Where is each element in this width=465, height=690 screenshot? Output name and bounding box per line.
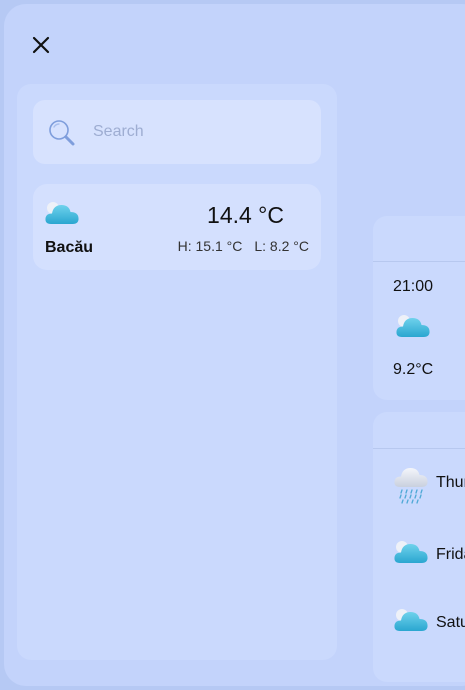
daily-divider <box>373 448 465 449</box>
city-list-panel: Bacău 14.4 °C H: 15.1 °C L: 8.2 °C <box>17 84 337 660</box>
city-high: H: 15.1 °C <box>177 238 243 254</box>
close-icon <box>32 36 50 54</box>
hourly-divider <box>373 261 465 262</box>
hourly-forecast-card: 21:00 9.2°C <box>373 216 465 400</box>
daily-row: Thursday <box>373 462 465 506</box>
daily-forecast-card: Thursday Friday Saturday <box>373 412 465 682</box>
partly-cloudy-icon <box>394 541 428 563</box>
city-low: L: 8.2 °C <box>254 238 309 254</box>
daily-row: Friday <box>373 534 465 578</box>
partly-cloudy-icon <box>394 609 428 631</box>
day-name: Friday <box>436 546 465 563</box>
hour-temperature: 9.2°C <box>393 361 434 378</box>
rain-icon <box>394 468 428 504</box>
day-name: Thursday <box>436 474 465 491</box>
close-button[interactable] <box>30 34 52 56</box>
search-box[interactable] <box>33 100 321 164</box>
search-icon <box>49 120 75 146</box>
partly-cloudy-icon <box>396 315 430 337</box>
weather-window: Bacău 14.4 °C H: 15.1 °C L: 8.2 °C 21:00 … <box>4 4 465 686</box>
hour-time: 21:00 <box>393 278 434 295</box>
city-name: Bacău <box>45 239 94 256</box>
daily-row: Saturday <box>373 602 465 646</box>
partly-cloudy-icon <box>45 202 79 224</box>
city-high-low: H: 15.1 °C L: 8.2 °C <box>178 238 309 254</box>
city-card[interactable]: Bacău 14.4 °C H: 15.1 °C L: 8.2 °C <box>33 184 321 270</box>
day-name: Saturday <box>436 614 465 631</box>
search-input[interactable] <box>93 100 308 164</box>
city-temperature: 14.4 °C <box>207 202 284 228</box>
